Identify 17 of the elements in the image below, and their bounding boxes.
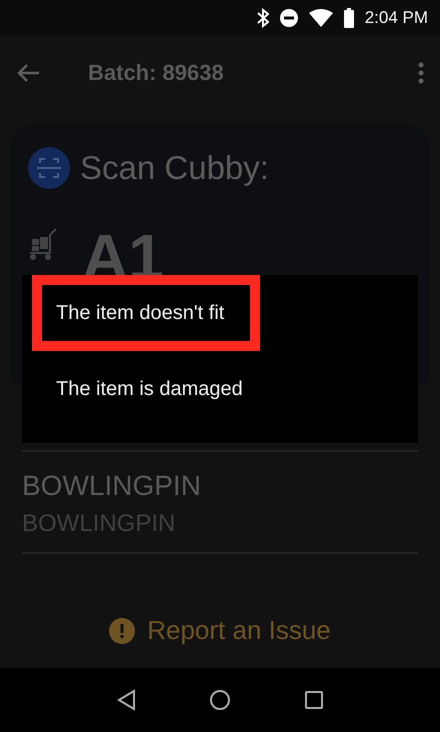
battery-icon [342, 8, 355, 28]
back-icon[interactable] [116, 689, 136, 711]
menu-item[interactable]: The item doesn't fit [32, 275, 260, 351]
card-title: Scan Cubby: [80, 149, 269, 187]
item-name: BOWLINGPIN [22, 470, 202, 502]
home-icon[interactable] [208, 689, 231, 711]
bluetooth-icon [256, 8, 269, 28]
scan-icon [28, 147, 70, 189]
back-arrow-icon[interactable] [16, 63, 40, 83]
screen-title: Batch: 89638 [88, 60, 225, 86]
more-options-icon[interactable] [418, 62, 424, 84]
wifi-icon [308, 9, 333, 27]
do-not-disturb-icon [278, 8, 299, 28]
alert-icon [109, 618, 136, 644]
clock: 2:04 PM [364, 8, 428, 28]
menu-item[interactable]: The item is damaged [32, 351, 279, 427]
recents-icon[interactable] [304, 690, 324, 710]
